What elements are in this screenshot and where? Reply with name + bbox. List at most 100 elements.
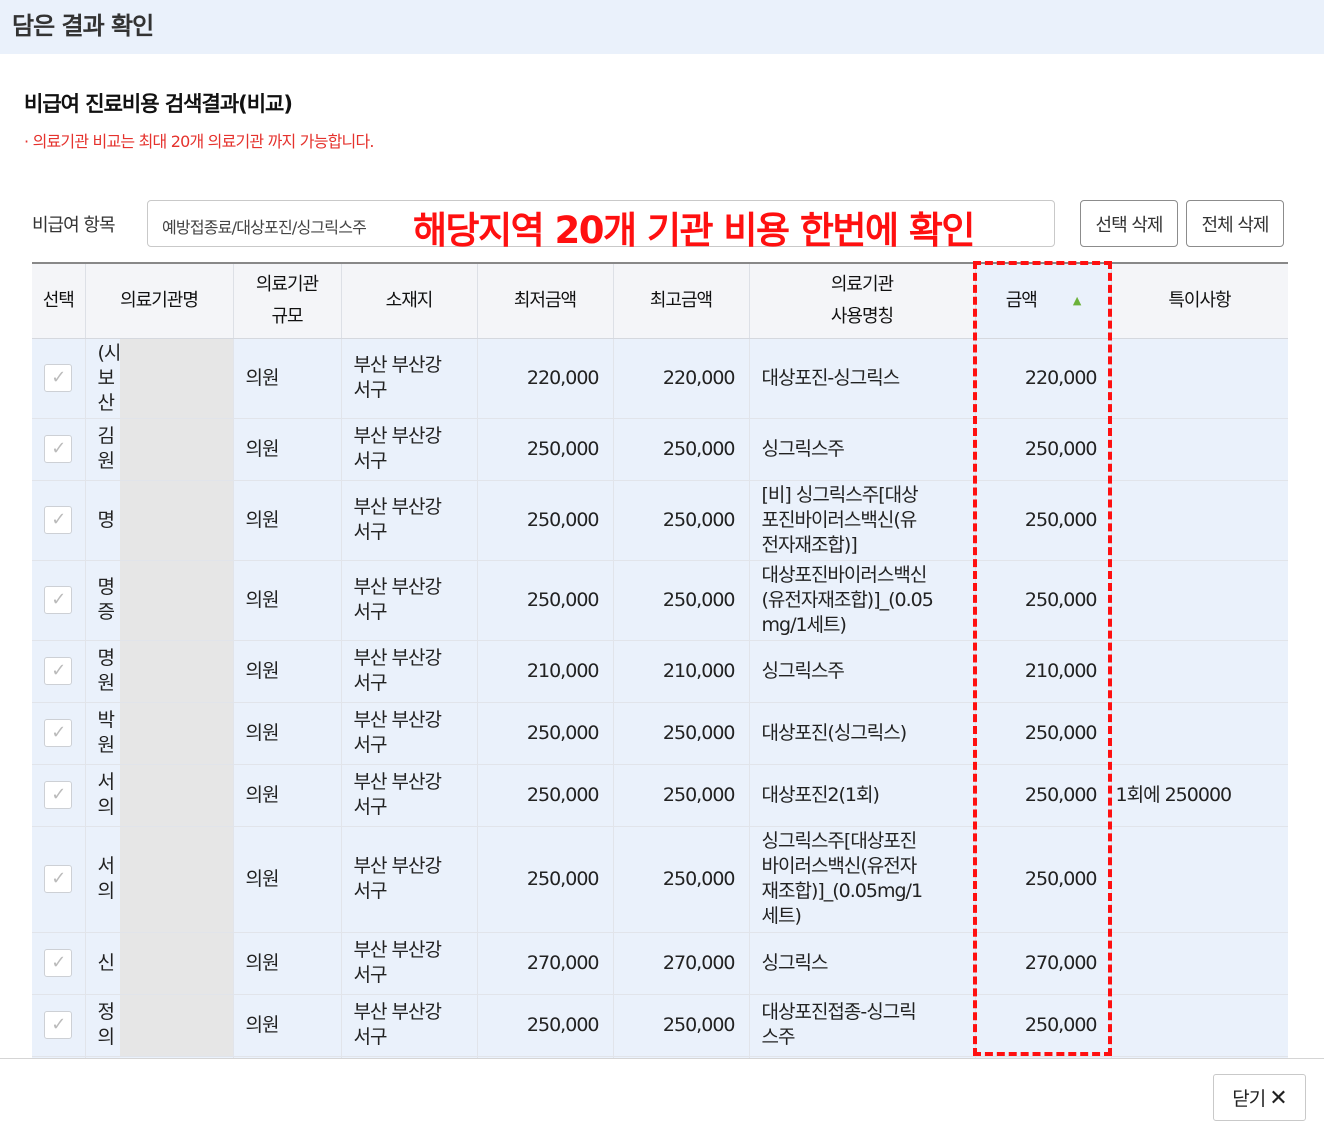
size-cell: 의원: [233, 480, 342, 561]
location-cell: 부산 부산강 서구: [341, 480, 478, 561]
max-amount-cell: 220,000: [613, 338, 750, 419]
col-select: 선택: [32, 264, 86, 339]
comparison-limit-notice: · 의료기관 비교는 최대 20개 의료기관 까지 가능합니다.: [24, 132, 374, 151]
used-name-cell: 싱그릭스주: [749, 418, 976, 481]
location-cell: 부산 부산강 서구: [341, 994, 478, 1057]
col-location: 소재지: [341, 264, 478, 339]
redacted-name: [119, 764, 232, 825]
row-checkbox[interactable]: ✓: [44, 781, 73, 809]
size-cell: 의원: [233, 418, 342, 481]
row-checkbox-cell: ✓: [32, 994, 86, 1057]
location-cell: 부산 부산강 서구: [341, 932, 478, 995]
note-cell: [1111, 932, 1288, 995]
col-used-name: 의료기관 사용명칭: [749, 264, 976, 339]
location-cell: 부산 부산강 서구: [341, 764, 478, 827]
max-amount-cell: 250,000: [613, 560, 750, 641]
max-amount-cell: 250,000: [613, 480, 750, 561]
row-checkbox[interactable]: ✓: [44, 506, 73, 534]
min-amount-cell: 210,000: [477, 640, 614, 703]
section-title: 비급여 진료비용 검색결과(비교): [24, 92, 293, 116]
max-amount-cell: 250,000: [613, 994, 750, 1057]
row-checkbox-cell: ✓: [32, 932, 86, 995]
row-checkbox[interactable]: ✓: [44, 719, 73, 747]
delete-all-button[interactable]: 전체 삭제: [1186, 200, 1284, 247]
redacted-name: [119, 994, 232, 1055]
max-amount-cell: 250,000: [613, 418, 750, 481]
redacted-name: [119, 560, 232, 639]
used-name-cell: 대상포진바이러스백신 (유전자재조합)]_(0.05 mg/1세트): [749, 560, 976, 641]
row-checkbox[interactable]: ✓: [44, 865, 73, 893]
used-name-cell: 싱그릭스주: [749, 640, 976, 703]
size-cell: 의원: [233, 994, 342, 1057]
note-cell: [1111, 560, 1288, 641]
size-cell: 의원: [233, 640, 342, 703]
min-amount-cell: 270,000: [477, 932, 614, 995]
institution-name-cell[interactable]: 서의: [85, 826, 234, 933]
max-amount-cell: 250,000: [613, 826, 750, 933]
size-cell: 의원: [233, 826, 342, 933]
row-checkbox-cell: ✓: [32, 640, 86, 703]
location-cell: 부산 부산강 서구: [341, 560, 478, 641]
min-amount-cell: 250,000: [477, 702, 614, 765]
close-icon: ✕: [1269, 1086, 1287, 1111]
institution-name-cell[interactable]: 명: [85, 480, 234, 561]
institution-name-cell[interactable]: 신: [85, 932, 234, 995]
min-amount-cell: 250,000: [477, 826, 614, 933]
annotation-callout: 해당지역 20개 기관 비용 한번에 확인: [413, 209, 975, 252]
max-amount-cell: 270,000: [613, 932, 750, 995]
min-amount-cell: 250,000: [477, 480, 614, 561]
max-amount-cell: 250,000: [613, 702, 750, 765]
institution-name-cell[interactable]: 서의: [85, 764, 234, 827]
size-cell: 의원: [233, 560, 342, 641]
size-cell: 의원: [233, 338, 342, 419]
institution-name-cell[interactable]: 박원: [85, 702, 234, 765]
size-cell: 의원: [233, 702, 342, 765]
location-cell: 부산 부산강 서구: [341, 418, 478, 481]
size-cell: 의원: [233, 932, 342, 995]
used-name-cell: 싱그릭스: [749, 932, 976, 995]
used-name-cell: 대상포진(싱그릭스): [749, 702, 976, 765]
min-amount-cell: 250,000: [477, 418, 614, 481]
note-cell: [1111, 640, 1288, 703]
row-checkbox-cell: ✓: [32, 764, 86, 827]
row-checkbox[interactable]: ✓: [44, 657, 73, 685]
row-checkbox-cell: ✓: [32, 338, 86, 419]
location-cell: 부산 부산강 서구: [341, 702, 478, 765]
min-amount-cell: 250,000: [477, 560, 614, 641]
row-checkbox[interactable]: ✓: [44, 1011, 73, 1039]
institution-name-cell[interactable]: (시 보 산: [85, 338, 234, 419]
max-amount-cell: 210,000: [613, 640, 750, 703]
redacted-name: [119, 640, 232, 701]
used-name-cell: [비] 싱그릭스주[대상 포진바이러스백신(유 전자재조합)]: [749, 480, 976, 561]
used-name-cell: 싱그릭스주[대상포진 바이러스백신(유전자 재조합)]_(0.05mg/1 세트): [749, 826, 976, 933]
location-cell: 부산 부산강 서구: [341, 338, 478, 419]
col-size: 의료기관 규모: [233, 264, 342, 339]
redacted-name: [119, 826, 232, 931]
used-name-cell: 대상포진접종-싱그릭 스주: [749, 994, 976, 1057]
max-amount-cell: 250,000: [613, 764, 750, 827]
note-cell: [1111, 702, 1288, 765]
select-delete-button[interactable]: 선택 삭제: [1080, 200, 1178, 247]
row-checkbox[interactable]: ✓: [44, 435, 73, 463]
institution-name-cell[interactable]: 정의: [85, 994, 234, 1057]
redacted-name: [119, 480, 232, 559]
row-checkbox[interactable]: ✓: [44, 586, 73, 614]
modal-header: 담은 결과 확인: [0, 0, 1324, 54]
note-cell: [1111, 338, 1288, 419]
row-checkbox-cell: ✓: [32, 702, 86, 765]
min-amount-cell: 250,000: [477, 764, 614, 827]
col-note: 특이사항: [1111, 264, 1288, 339]
col-institution: 의료기관명: [85, 264, 234, 339]
row-checkbox[interactable]: ✓: [44, 364, 73, 392]
institution-name-cell[interactable]: 명원: [85, 640, 234, 703]
row-checkbox[interactable]: ✓: [44, 949, 73, 977]
location-cell: 부산 부산강 서구: [341, 640, 478, 703]
col-min-amount: 최저금액: [477, 264, 614, 339]
row-checkbox-cell: ✓: [32, 418, 86, 481]
close-button[interactable]: 닫기 ✕: [1213, 1074, 1306, 1121]
min-amount-cell: 250,000: [477, 994, 614, 1057]
size-cell: 의원: [233, 764, 342, 827]
institution-name-cell[interactable]: 김원: [85, 418, 234, 481]
redacted-name: [119, 932, 232, 993]
institution-name-cell[interactable]: 명증: [85, 560, 234, 641]
